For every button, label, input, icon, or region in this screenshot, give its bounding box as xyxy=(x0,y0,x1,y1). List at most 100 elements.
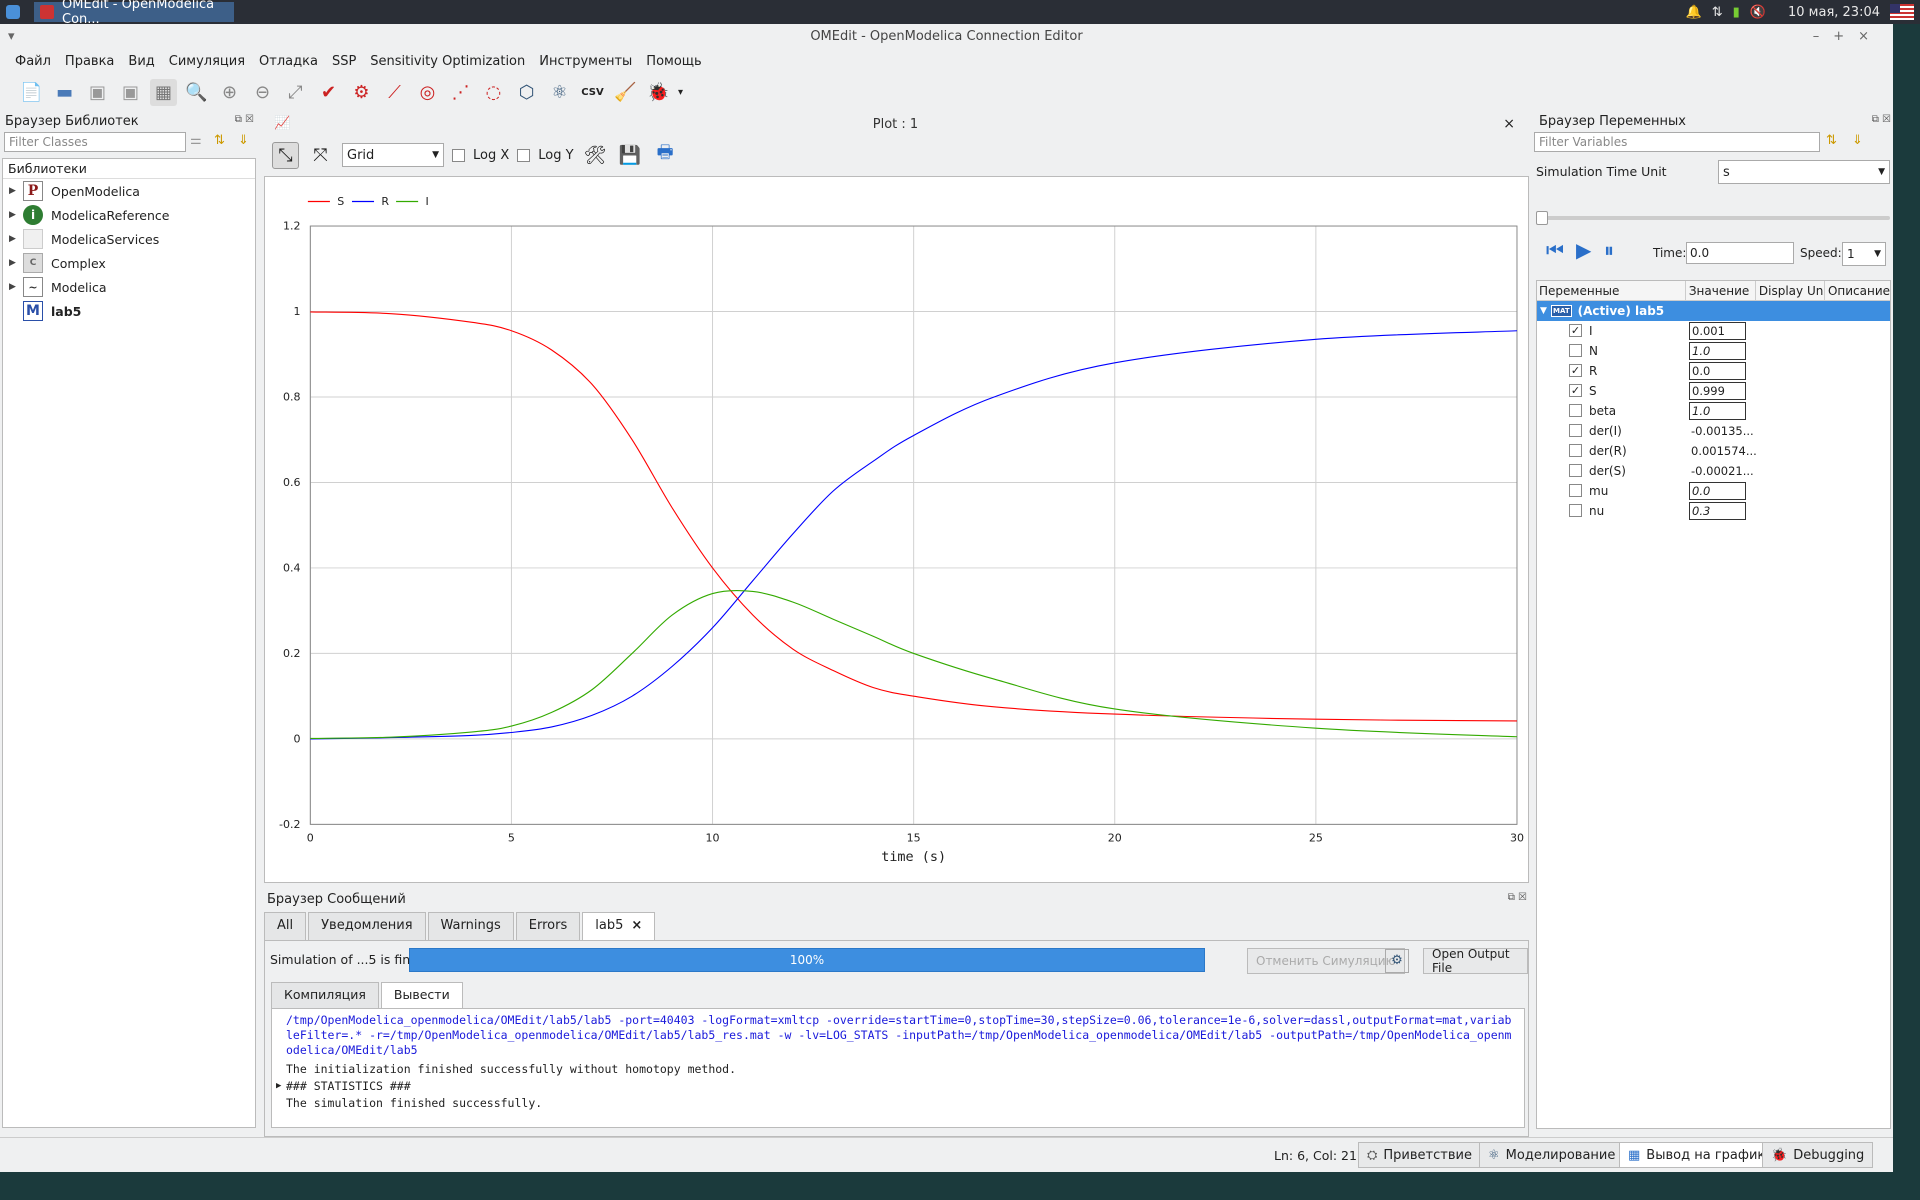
menu-item-4[interactable]: Отладка xyxy=(252,54,325,69)
filter-variables-input[interactable]: Filter Variables xyxy=(1534,132,1820,152)
library-item[interactable]: Mlab5 xyxy=(3,299,255,323)
variable-row[interactable]: ✓ R 0.0 xyxy=(1537,361,1890,381)
output-console[interactable]: /tmp/OpenModelica_openmodelica/OMEdit/la… xyxy=(271,1008,1525,1128)
variable-checkbox[interactable] xyxy=(1569,344,1582,357)
archive-icon[interactable]: ⚙ xyxy=(1385,949,1409,973)
volume-icon[interactable]: 🔇 xyxy=(1750,5,1766,20)
play-icon[interactable]: ▶ xyxy=(1576,238,1591,262)
variable-checkbox[interactable] xyxy=(1569,464,1582,477)
autoscale-icon[interactable]: ⤡ xyxy=(272,141,299,169)
perspective-plotting-button[interactable]: ▦ Вывод на график xyxy=(1619,1142,1775,1168)
csv-export-icon[interactable]: CSV xyxy=(579,79,606,106)
message-tab-4[interactable]: lab5 × xyxy=(582,912,656,940)
simulate-plot-icon[interactable]: ⟋ xyxy=(381,79,408,106)
close-tab-icon[interactable]: × xyxy=(631,918,642,933)
taskbar-window-button[interactable]: OMEdit - OpenModelica Con... xyxy=(34,0,234,27)
diagram-3d-icon[interactable]: ⬡ xyxy=(513,79,540,106)
variable-checkbox[interactable] xyxy=(1569,484,1582,497)
variable-checkbox[interactable]: ✓ xyxy=(1569,384,1582,397)
battery-icon[interactable]: ▮ xyxy=(1733,5,1740,20)
output-subtab-0[interactable]: Компиляция xyxy=(271,982,379,1008)
minimize-icon[interactable]: – xyxy=(1813,29,1834,44)
library-item[interactable]: ▶ ModelicaServices xyxy=(3,227,255,251)
library-item[interactable]: ▶ ~ Modelica xyxy=(3,275,255,299)
variable-row[interactable]: ✓ I 0.001 xyxy=(1537,321,1890,341)
expand-arrow-icon[interactable]: ▶ xyxy=(9,210,19,220)
message-float-close-icons[interactable]: ⧉ ☒ xyxy=(1508,892,1527,903)
collapse-icon[interactable]: ⇓ xyxy=(238,133,249,148)
variable-checkbox[interactable]: ✓ xyxy=(1569,324,1582,337)
fit-in-view-icon[interactable]: ⤧ xyxy=(307,142,334,169)
variable-value[interactable]: 0.001 xyxy=(1689,322,1746,340)
debugger-dropdown-icon[interactable]: ▾ xyxy=(678,87,683,98)
array-parametric-plot-icon[interactable]: ◌ xyxy=(480,79,507,106)
message-tab-1[interactable]: Уведомления xyxy=(308,912,426,940)
menu-item-1[interactable]: Правка xyxy=(58,54,121,69)
open-output-file-button[interactable]: Open Output File xyxy=(1423,947,1528,975)
time-input[interactable]: 0.0 xyxy=(1686,242,1794,264)
expand-arrow-icon[interactable]: ▶ xyxy=(9,282,19,292)
array-plot-icon[interactable]: ⋰ xyxy=(447,79,474,106)
float-close-icons[interactable]: ⧉ ☒ xyxy=(235,114,254,125)
library-item[interactable]: ▶ P OpenModelica xyxy=(3,179,255,203)
logy-checkbox[interactable] xyxy=(517,148,531,162)
clock[interactable]: 10 мая, 23:04 xyxy=(1788,5,1880,20)
variable-row[interactable]: der(S) -0.00021... xyxy=(1537,461,1890,481)
filter-options-icon[interactable]: ⚌ xyxy=(190,133,202,148)
filter-classes-input[interactable]: Filter Classes xyxy=(4,132,186,152)
close-plot-icon[interactable]: × xyxy=(1503,116,1515,132)
expand-arrow-icon[interactable]: ▶ xyxy=(9,234,19,244)
grid-icon[interactable]: ▦ xyxy=(150,78,177,106)
library-item[interactable]: ▶ C Complex xyxy=(3,251,255,275)
save-all-icon[interactable]: ▣ xyxy=(117,79,144,106)
speed-select[interactable]: 1 ▼ xyxy=(1842,242,1886,266)
message-tab-2[interactable]: Warnings xyxy=(427,912,514,940)
variable-checkbox[interactable] xyxy=(1569,504,1582,517)
perspective-debugging-button[interactable]: 🐞 Debugging xyxy=(1762,1142,1874,1168)
cancel-simulation-button[interactable]: Отменить Симуляцию xyxy=(1247,948,1405,974)
new-file-icon[interactable]: 📄 xyxy=(18,79,45,106)
plot-canvas[interactable]: 0 5 10 15 20 25 30 -0.2 0 0.2 0.4 0.6 0.8 1 1.2 time (s… xyxy=(264,176,1529,883)
debugger-bug-icon[interactable]: 🐞 xyxy=(645,79,672,106)
save-icon[interactable]: ▣ xyxy=(84,79,111,106)
variable-value[interactable]: 1.0 xyxy=(1689,342,1746,360)
network-icon[interactable]: ⇅ xyxy=(1712,5,1723,20)
perspective-modeling-button[interactable]: ⚛ Моделирование xyxy=(1479,1142,1625,1168)
instantiate-icon[interactable]: ⚙ xyxy=(348,79,375,106)
col-display-unit[interactable]: Display Unit xyxy=(1756,281,1825,300)
variable-row[interactable]: nu 0.3 xyxy=(1537,501,1890,521)
output-subtab-1[interactable]: Вывести xyxy=(380,982,463,1008)
expand-stats-icon[interactable]: ▶ xyxy=(276,1077,281,1096)
menu-item-2[interactable]: Вид xyxy=(121,54,161,69)
variable-row[interactable]: N 1.0 xyxy=(1537,341,1890,361)
zoom-in-icon[interactable]: ⊕ xyxy=(216,79,243,106)
menu-item-0[interactable]: Файл xyxy=(8,54,58,69)
expand-icon[interactable]: ▼ xyxy=(1537,306,1551,316)
variable-checkbox[interactable] xyxy=(1569,424,1582,437)
pause-icon[interactable]: ⏸ xyxy=(1604,238,1614,262)
zoom-icon[interactable]: 🔍 xyxy=(183,79,210,106)
legend-label[interactable]: I xyxy=(425,195,428,208)
menu-item-7[interactable]: Инструменты xyxy=(532,54,639,69)
rewind-icon[interactable]: ⏮ xyxy=(1546,238,1564,262)
variables-float-close-icons[interactable]: ⧉ ☒ xyxy=(1872,114,1891,125)
variable-value[interactable]: 0.999 xyxy=(1689,382,1746,400)
variable-row[interactable]: der(R) 0.001574... xyxy=(1537,441,1890,461)
menu-item-8[interactable]: Помощь xyxy=(639,54,708,69)
network-plot-icon[interactable]: ⚛ xyxy=(546,79,573,106)
keyboard-layout-flag-icon[interactable] xyxy=(1890,4,1914,20)
window-menu-icon[interactable]: ▾ xyxy=(8,24,15,50)
print-icon[interactable]: 🖶 xyxy=(652,142,679,169)
grid-select[interactable]: Grid ▼ xyxy=(342,143,444,167)
legend-label[interactable]: S xyxy=(337,195,344,208)
active-model-row[interactable]: ▼ MAT (Active) lab5 xyxy=(1537,301,1890,321)
bell-icon[interactable]: 🔔 xyxy=(1686,5,1702,20)
slider-handle[interactable] xyxy=(1536,211,1548,225)
close-window-icon[interactable]: × xyxy=(1858,29,1883,44)
library-item[interactable]: ▶ i ModelicaReference xyxy=(3,203,255,227)
menu-item-5[interactable]: SSP xyxy=(325,54,363,69)
menu-item-6[interactable]: Sensitivity Optimization xyxy=(363,54,532,69)
sort-icon[interactable]: ⇅ xyxy=(214,133,225,148)
legend-label[interactable]: R xyxy=(381,195,389,208)
fit-icon[interactable]: ⤢ xyxy=(282,79,309,106)
